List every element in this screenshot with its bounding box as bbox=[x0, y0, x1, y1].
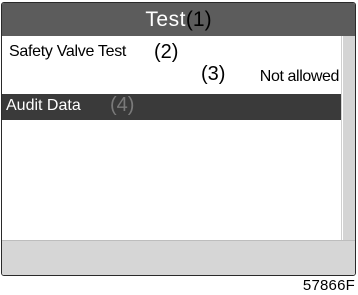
status-callout: (3) bbox=[201, 63, 226, 85]
menu-item-label: Audit Data bbox=[6, 97, 81, 114]
bottom-bar bbox=[2, 240, 355, 275]
menu-item-audit-data[interactable]: Audit Data (4) bbox=[2, 94, 341, 120]
figure-id: 57866F bbox=[302, 277, 355, 294]
menu-item-callout: (2) bbox=[154, 41, 179, 63]
scrollbar-thumb[interactable] bbox=[343, 36, 355, 241]
menu-item-callout: (4) bbox=[110, 94, 135, 116]
title-bar: Test (1) bbox=[2, 3, 355, 36]
status-value: Not allowed bbox=[259, 68, 340, 85]
screen-title: Test bbox=[145, 7, 186, 31]
menu-list: Safety Valve Test (2) (3) Not allowed Au… bbox=[2, 36, 341, 241]
title-callout: (1) bbox=[185, 7, 212, 31]
vertical-scrollbar[interactable] bbox=[341, 36, 355, 241]
menu-item-label: Safety Valve Test bbox=[9, 43, 127, 60]
menu-item-safety-valve-test[interactable]: Safety Valve Test (2) (3) Not allowed bbox=[2, 36, 341, 94]
controller-display: Test (1) Safety Valve Test (2) (3) Not al… bbox=[1, 2, 356, 276]
